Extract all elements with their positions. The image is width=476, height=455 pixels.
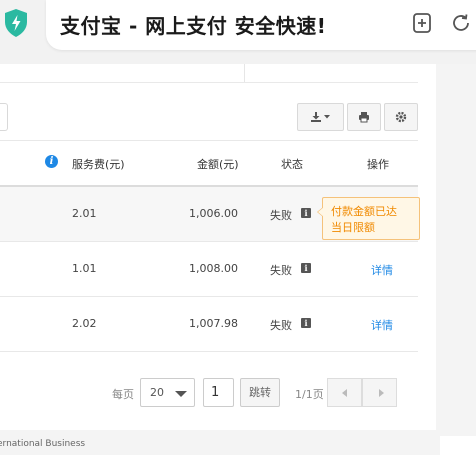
- status-cell: 失败: [270, 319, 292, 332]
- page-gutter: [436, 64, 476, 436]
- chevron-left-icon: [342, 389, 347, 397]
- prev-page-button[interactable]: [327, 378, 362, 407]
- table-row[interactable]: 1.01 1,008.00 失败 i 详情: [0, 242, 418, 297]
- print-icon: [359, 112, 369, 123]
- detail-link[interactable]: 详情: [371, 317, 393, 333]
- amount-cell: 1,006.00: [189, 207, 238, 220]
- status-info-icon[interactable]: i: [301, 318, 311, 328]
- column-header-amount: 金额(元): [197, 158, 239, 171]
- amount-cell: 1,007.98: [189, 317, 238, 330]
- jump-button[interactable]: 跳转: [240, 378, 280, 407]
- fee-cell: 2.02: [72, 317, 97, 330]
- settings-icon: [395, 111, 407, 123]
- settings-button[interactable]: [384, 103, 418, 131]
- chevron-right-icon: [379, 389, 384, 397]
- download-icon: [310, 112, 330, 122]
- print-button[interactable]: [347, 103, 381, 131]
- next-page-button[interactable]: [362, 378, 397, 407]
- bookmark-add-icon[interactable]: [411, 12, 433, 34]
- status-info-icon[interactable]: i: [301, 208, 311, 218]
- fee-cell: 2.01: [72, 207, 97, 220]
- divider: [0, 82, 418, 83]
- chevron-down-icon: [175, 391, 187, 397]
- search-input[interactable]: [0, 103, 8, 131]
- page-info: 1/1页: [295, 388, 324, 401]
- status-cell: 失败: [270, 264, 292, 277]
- page-number-input[interactable]: 1: [203, 378, 234, 407]
- divider: [244, 64, 245, 82]
- table-row[interactable]: 2.02 1,007.98 失败 i 详情: [0, 297, 418, 352]
- column-header-fee: 服务费(元): [72, 158, 125, 171]
- tooltip-line: 当日限额: [331, 221, 375, 234]
- column-header-status: 状态: [281, 158, 303, 171]
- page-size-value: 20: [150, 386, 164, 399]
- table-header: i 服务费(元) 金额(元) 状态 操作: [0, 141, 418, 185]
- download-button[interactable]: [297, 103, 344, 131]
- browser-toolbar: 支付宝 - 网上支付 安全快速!: [0, 0, 476, 64]
- page-footer: ernational Business: [0, 430, 440, 455]
- shield-bolt-icon[interactable]: [3, 8, 29, 38]
- status-cell: 失败: [270, 209, 292, 222]
- status-tooltip: 付款金额已达 当日限额: [317, 197, 420, 240]
- page-title: 支付宝 - 网上支付 安全快速!: [60, 14, 327, 38]
- fee-cell: 1.01: [72, 262, 97, 275]
- amount-cell: 1,008.00: [189, 262, 238, 275]
- refresh-icon[interactable]: [450, 12, 472, 34]
- info-icon[interactable]: i: [45, 155, 58, 168]
- footer-text: ernational Business: [0, 439, 86, 449]
- column-header-action: 操作: [367, 158, 389, 171]
- per-page-label: 每页: [112, 388, 134, 401]
- status-info-icon[interactable]: i: [301, 263, 311, 273]
- detail-link[interactable]: 详情: [371, 262, 393, 278]
- tooltip-line: 付款金额已达: [331, 205, 397, 218]
- page-size-select[interactable]: 20: [140, 378, 195, 407]
